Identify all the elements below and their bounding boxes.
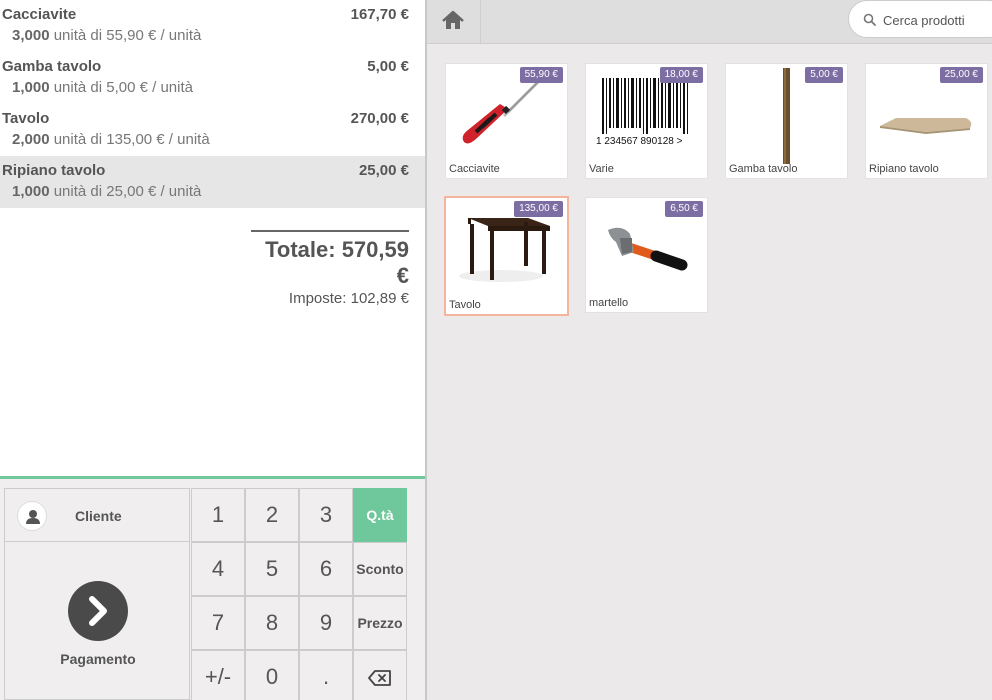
order-line-info: 3,000 unità di 55,90 € / unità — [12, 27, 201, 44]
product-name: Gamba tavolo — [729, 163, 798, 175]
order-line-name: Gamba tavolo — [2, 58, 102, 75]
product-card[interactable]: 25,00 € Ripiano tavolo — [865, 63, 988, 179]
order-summary: Totale: 570,59 € Imposte: 102,89 € — [251, 230, 409, 307]
chevron-right-icon — [68, 581, 128, 641]
product-card-selected[interactable]: 135,00 € Tavolo — [444, 196, 569, 316]
numpad-key-6[interactable]: 6 — [299, 542, 353, 596]
mode-price-button[interactable]: Prezzo — [353, 596, 407, 650]
numpad-key-4[interactable]: 4 — [191, 542, 245, 596]
customer-avatar-icon — [17, 501, 47, 531]
order-line-price: 5,00 € — [367, 58, 409, 75]
numpad-key-5[interactable]: 5 — [245, 542, 299, 596]
customer-button[interactable]: Cliente — [4, 488, 190, 542]
order-line-qty: 1,000 — [12, 79, 50, 96]
order-line[interactable]: Tavolo 270,00 € 2,000 unità di 135,00 € … — [0, 104, 425, 156]
order-line-qty: 3,000 — [12, 27, 50, 44]
order-line-info: 1,000 unità di 5,00 € / unità — [12, 79, 193, 96]
payment-label: Pagamento — [60, 651, 136, 667]
order-line[interactable]: Gamba tavolo 5,00 € 1,000 unità di 5,00 … — [0, 52, 425, 104]
price-tag: 18,00 € — [659, 67, 703, 83]
product-card[interactable]: 6,50 € martello — [585, 197, 708, 313]
price-tag: 55,90 € — [519, 67, 563, 83]
backspace-icon — [368, 670, 391, 686]
order-line-price: 167,70 € — [350, 6, 409, 23]
numpad-key-2[interactable]: 2 — [245, 488, 299, 542]
search-box[interactable] — [848, 0, 992, 38]
product-panel: 55,90 € Cacciavite 1 234567 890128 > 18,… — [427, 0, 992, 700]
numpad-key-0[interactable]: 0 — [245, 650, 299, 700]
order-panel: Cacciavite 167,70 € 3,000 unità di 55,90… — [0, 0, 425, 700]
order-line-price: 25,00 € — [358, 162, 409, 179]
product-name: Cacciavite — [449, 163, 500, 175]
order-line-qty: 1,000 — [12, 183, 50, 200]
price-tag: 5,00 € — [805, 67, 843, 83]
order-line-unit-info: unità di 5,00 € / unità — [53, 79, 193, 96]
numpad: 1 2 3 Q.tà 4 5 6 Sconto 7 8 9 Prezzo +/-… — [191, 488, 409, 700]
mode-quantity-button[interactable]: Q.tà — [353, 488, 407, 542]
order-line-price: 270,00 € — [350, 110, 409, 127]
search-input[interactable] — [883, 10, 992, 30]
product-card[interactable]: 1 234567 890128 > 18,00 € Varie — [585, 63, 708, 179]
product-card[interactable]: 55,90 € Cacciavite — [445, 63, 568, 179]
order-taxes: Imposte: 102,89 € — [288, 290, 409, 307]
order-line[interactable]: Cacciavite 167,70 € 3,000 unità di 55,90… — [0, 0, 425, 52]
barcode-text: 1 234567 890128 > — [596, 136, 683, 147]
order-line-unit-info: unità di 135,00 € / unità — [53, 131, 210, 148]
numpad-key-8[interactable]: 8 — [245, 596, 299, 650]
payment-button[interactable]: Pagamento — [4, 542, 190, 700]
order-line-unit-info: unità di 55,90 € / unità — [53, 27, 202, 44]
product-name: Ripiano tavolo — [869, 163, 939, 175]
order-line-name: Tavolo — [2, 110, 50, 127]
numpad-key-plus-minus[interactable]: +/- — [191, 650, 245, 700]
product-card[interactable]: 5,00 € Gamba tavolo — [725, 63, 848, 179]
home-icon — [442, 10, 464, 29]
order-line-name: Cacciavite — [2, 6, 77, 23]
search-icon — [863, 13, 876, 26]
product-name: Varie — [589, 163, 614, 175]
numpad-key-7[interactable]: 7 — [191, 596, 245, 650]
order-line-info: 2,000 unità di 135,00 € / unità — [12, 131, 210, 148]
order-line-qty: 2,000 — [12, 131, 50, 148]
backspace-button[interactable] — [353, 650, 407, 700]
order-line-unit-info: unità di 25,00 € / unità — [53, 183, 202, 200]
product-toolbar — [427, 0, 992, 44]
order-line-selected[interactable]: Ripiano tavolo 25,00 € 1,000 unità di 25… — [0, 156, 425, 208]
price-tag: 6,50 € — [665, 201, 703, 217]
order-lines: Cacciavite 167,70 € 3,000 unità di 55,90… — [0, 0, 425, 208]
order-line-info: 1,000 unità di 25,00 € / unità — [12, 183, 201, 200]
order-total: Totale: 570,59 € — [265, 237, 409, 288]
price-tag: 25,00 € — [939, 67, 983, 83]
numpad-key-3[interactable]: 3 — [299, 488, 353, 542]
product-name: martello — [589, 297, 629, 309]
price-tag: 135,00 € — [514, 201, 563, 217]
control-pad: Cliente Pagamento 1 2 3 Q.tà 4 5 6 Scont… — [0, 479, 425, 700]
numpad-key-9[interactable]: 9 — [299, 596, 353, 650]
home-button[interactable] — [427, 0, 481, 44]
mode-discount-button[interactable]: Sconto — [353, 542, 407, 596]
numpad-key-decimal[interactable]: . — [299, 650, 353, 700]
numpad-key-1[interactable]: 1 — [191, 488, 245, 542]
customer-label: Cliente — [75, 508, 122, 524]
product-name: Tavolo — [449, 299, 481, 311]
order-line-name: Ripiano tavolo — [2, 162, 106, 179]
